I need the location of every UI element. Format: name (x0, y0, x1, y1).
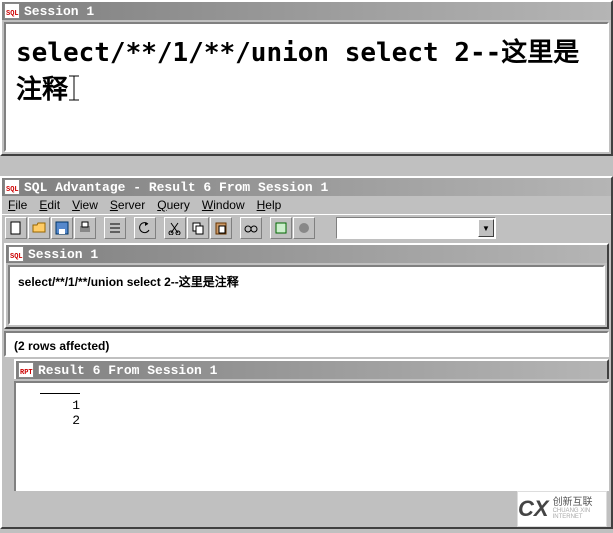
menu-bar: File Edit View Server Query Window Help (2, 196, 611, 214)
report-icon: RPT (18, 362, 34, 378)
result-row: 1 (34, 398, 80, 413)
inner-session-title-bar[interactable]: SQL Session 1 (6, 245, 607, 263)
menu-server[interactable]: Server (110, 198, 145, 212)
sql-icon: SQL (4, 3, 20, 19)
rows-affected-text: (2 rows affected) (14, 339, 109, 353)
result-grid[interactable]: 1 2 (14, 381, 609, 491)
chevron-down-icon[interactable]: ▼ (478, 219, 494, 237)
watermark: CX 创新互联 CHUANG XIN INTERNET (517, 491, 607, 527)
new-file-icon (9, 221, 23, 235)
save-icon (55, 221, 69, 235)
save-button[interactable] (51, 217, 73, 239)
undo-button[interactable] (134, 217, 156, 239)
execute-icon (274, 221, 288, 235)
cut-icon (168, 221, 182, 235)
print-button[interactable] (74, 217, 96, 239)
list-icon (108, 221, 122, 235)
watermark-text-cn: 创新互联 (553, 498, 606, 508)
session-title-bar[interactable]: SQL Session 1 (2, 2, 611, 20)
open-folder-icon (32, 221, 46, 235)
open-button[interactable] (28, 217, 50, 239)
menu-window[interactable]: Window (202, 198, 245, 212)
record-icon (297, 221, 311, 235)
menu-view[interactable]: View (72, 198, 98, 212)
window-gap (0, 156, 613, 176)
result-header-rule (40, 393, 80, 394)
session-window: SQL Session 1 select/**/1/**/union selec… (0, 0, 613, 156)
copy-icon (191, 221, 205, 235)
inner-sql-editor[interactable]: select/**/1/**/union select 2--这里是注释 (8, 265, 605, 325)
inner-sql-text: select/**/1/**/union select 2--这里是注释 (18, 275, 239, 289)
menu-help[interactable]: Help (257, 198, 282, 212)
new-button[interactable] (5, 217, 27, 239)
cut-button[interactable] (164, 217, 186, 239)
find-button[interactable] (240, 217, 262, 239)
menu-query[interactable]: Query (157, 198, 190, 212)
print-icon (78, 221, 92, 235)
session-title: Session 1 (24, 4, 94, 19)
watermark-text-en: CHUANG XIN INTERNET (553, 508, 606, 520)
sql-editor[interactable]: select/**/1/**/union select 2--这里是注释 (4, 22, 609, 152)
undo-icon (138, 221, 152, 235)
copy-button[interactable] (187, 217, 209, 239)
paste-icon (214, 221, 228, 235)
result-window: RPT Result 6 From Session 1 (14, 359, 609, 379)
result-row: 2 (34, 413, 80, 428)
app-window: SQL SQL Advantage - Result 6 From Sessio… (0, 176, 613, 529)
options-button[interactable] (104, 217, 126, 239)
stop-button[interactable] (293, 217, 315, 239)
app-title-bar[interactable]: SQL SQL Advantage - Result 6 From Sessio… (2, 178, 611, 196)
binoculars-icon (244, 221, 258, 235)
inner-session-window: SQL Session 1 select/**/1/**/union selec… (4, 243, 609, 329)
execute-button[interactable] (270, 217, 292, 239)
result-title-bar[interactable]: RPT Result 6 From Session 1 (16, 361, 607, 379)
app-title: SQL Advantage - Result 6 From Session 1 (24, 180, 328, 195)
database-combo[interactable]: ▼ (336, 217, 496, 239)
inner-session-title: Session 1 (28, 247, 98, 262)
text-caret-icon (68, 74, 80, 102)
watermark-logo: CX (518, 496, 549, 522)
sql-text: select/**/1/**/union select 2--这里是注释 (16, 38, 579, 105)
sql-icon: SQL (4, 179, 20, 195)
paste-button[interactable] (210, 217, 232, 239)
menu-edit[interactable]: Edit (39, 198, 60, 212)
result-title: Result 6 From Session 1 (38, 363, 217, 378)
sql-icon: SQL (8, 246, 24, 262)
menu-file[interactable]: File (8, 198, 27, 212)
result-status-area: (2 rows affected) (4, 331, 609, 357)
toolbar: ▼ (2, 214, 611, 241)
